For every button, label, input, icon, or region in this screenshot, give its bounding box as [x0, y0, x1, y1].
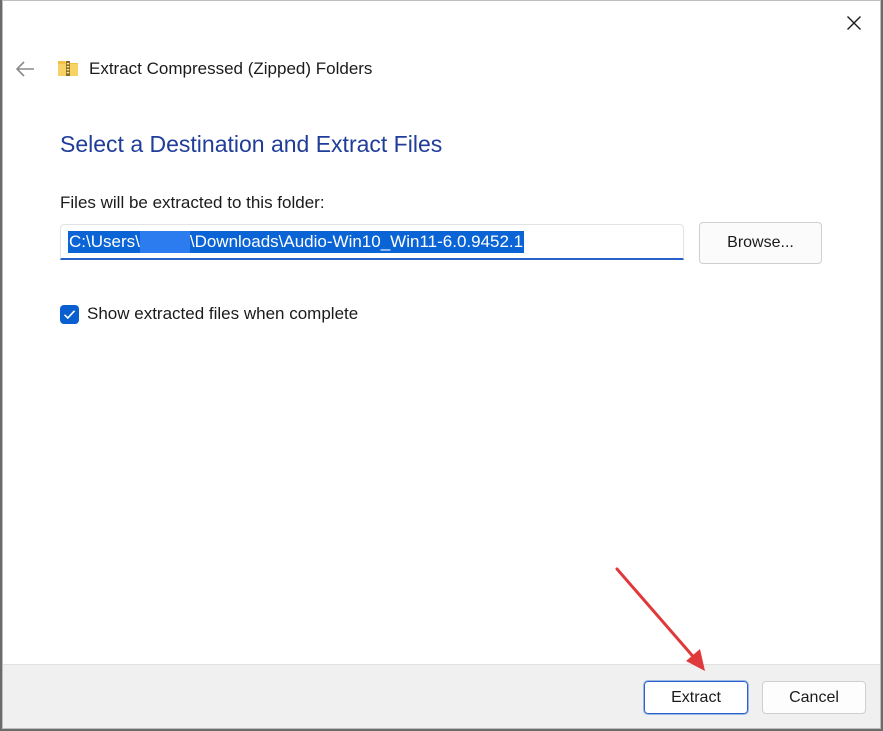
path-suffix: \Downloads\Audio-Win10_Win11-6.0.9452.1	[189, 231, 524, 251]
back-button[interactable]	[11, 55, 39, 83]
redacted-username	[139, 230, 190, 253]
checkmark-icon	[63, 309, 76, 319]
annotation-arrow	[615, 567, 705, 671]
page-heading: Select a Destination and Extract Files	[60, 131, 443, 157]
show-files-checkbox[interactable]	[60, 304, 79, 324]
show-files-label: Show extracted files when complete	[87, 304, 359, 323]
browse-button[interactable]: Browse...	[699, 222, 822, 264]
close-button[interactable]	[836, 7, 872, 39]
window-title: Extract Compressed (Zipped) Folders	[89, 59, 373, 78]
zip-folder-icon	[58, 61, 78, 76]
back-arrow-icon	[15, 61, 34, 77]
selected-path-text: C:\Users\ \Downloads\Audio-Win10_Win11-6.…	[68, 230, 525, 253]
cancel-button[interactable]: Cancel	[762, 681, 866, 714]
close-icon	[847, 16, 861, 30]
destination-label: Files will be extracted to this folder:	[60, 193, 325, 212]
path-prefix: C:\Users\	[69, 231, 140, 251]
extract-button[interactable]: Extract	[643, 680, 749, 715]
destination-path-input[interactable]: C:\Users\ \Downloads\Audio-Win10_Win11-6.…	[60, 224, 684, 260]
show-files-option[interactable]: Show extracted files when complete	[60, 304, 358, 324]
extract-dialog: Extract Compressed (Zipped) Folders Sele…	[2, 0, 881, 729]
dialog-footer: Extract Cancel	[3, 664, 880, 728]
